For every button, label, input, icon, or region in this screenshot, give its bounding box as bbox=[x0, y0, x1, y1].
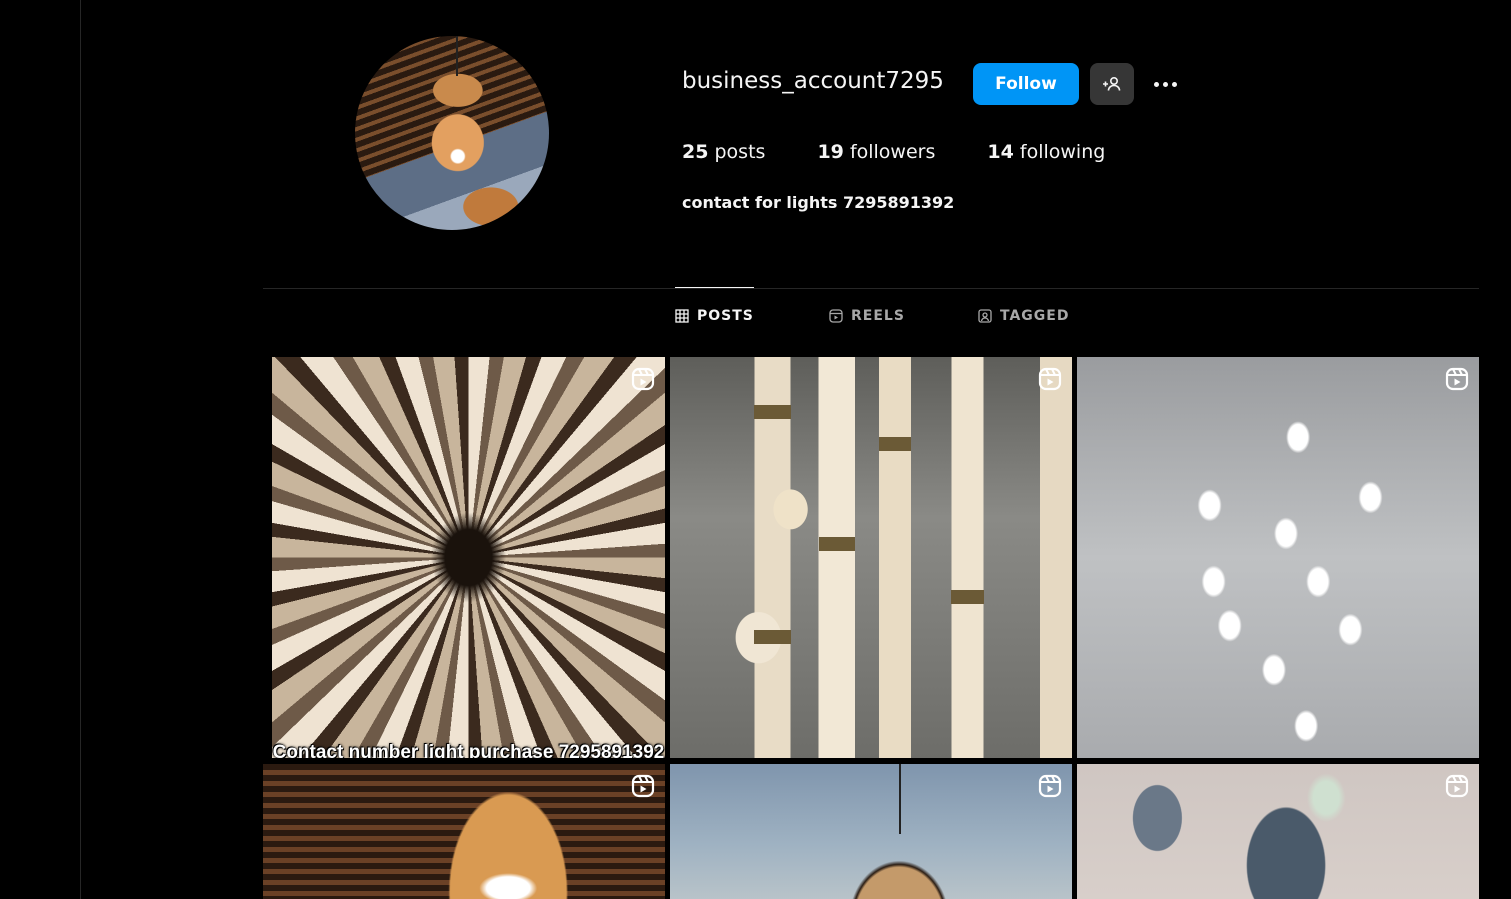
profile-username: business_account7295 bbox=[682, 68, 944, 94]
reel-icon bbox=[1038, 367, 1062, 391]
add-person-icon bbox=[1103, 76, 1121, 91]
post-tile[interactable] bbox=[1077, 764, 1479, 899]
sidebar-divider bbox=[80, 0, 81, 899]
reel-icon bbox=[631, 367, 655, 391]
following-stat[interactable]: 14 following bbox=[987, 141, 1105, 163]
tab-reels[interactable]: REELS bbox=[829, 288, 905, 344]
reel-icon bbox=[1445, 367, 1469, 391]
post-tile[interactable] bbox=[670, 764, 1072, 899]
tab-reels-label: REELS bbox=[851, 308, 905, 324]
followers-count: 19 bbox=[817, 141, 844, 163]
followers-label: followers bbox=[849, 141, 936, 163]
dot-icon bbox=[1153, 81, 1159, 87]
lamp-band bbox=[951, 589, 984, 604]
posts-count: 25 bbox=[682, 141, 709, 163]
following-count: 14 bbox=[987, 141, 1014, 163]
grid-icon bbox=[675, 309, 689, 323]
profile-bio: contact for lights 7295891392 bbox=[682, 193, 955, 212]
reel-icon bbox=[1445, 774, 1469, 798]
followers-stat[interactable]: 19 followers bbox=[817, 141, 935, 163]
lamp-band bbox=[879, 437, 912, 452]
tab-tagged-label: TAGGED bbox=[1000, 308, 1070, 324]
dot-icon bbox=[1162, 81, 1168, 87]
suggested-accounts-button[interactable] bbox=[1090, 63, 1134, 105]
lamp-band bbox=[754, 405, 791, 420]
post-tile[interactable] bbox=[263, 764, 665, 899]
reel-icon bbox=[1038, 774, 1062, 798]
post-overlay-text: Contact number light purchase 7295891392 bbox=[272, 742, 665, 758]
more-options-button[interactable] bbox=[1148, 70, 1182, 98]
lamp-band bbox=[754, 629, 791, 644]
dot-icon bbox=[1171, 81, 1177, 87]
tab-posts[interactable]: POSTS bbox=[675, 287, 754, 344]
follow-button[interactable]: Follow bbox=[973, 63, 1079, 105]
following-label: following bbox=[1019, 141, 1106, 163]
post-tile[interactable] bbox=[670, 357, 1072, 758]
post-tile[interactable] bbox=[1077, 357, 1479, 758]
reel-icon bbox=[631, 774, 655, 798]
tagged-icon bbox=[978, 309, 992, 323]
pendant-wire bbox=[899, 764, 902, 834]
posts-label: posts bbox=[714, 141, 766, 163]
tab-posts-label: POSTS bbox=[697, 308, 754, 324]
posts-stat: 25 posts bbox=[682, 141, 765, 163]
tab-tagged[interactable]: TAGGED bbox=[978, 288, 1069, 344]
reels-icon bbox=[829, 309, 843, 323]
post-tile[interactable]: Contact number light purchase 7295891392 bbox=[272, 357, 665, 758]
lamp-band bbox=[818, 537, 855, 552]
profile-avatar[interactable] bbox=[355, 36, 549, 230]
profile-stats: 25 posts 19 followers 14 following bbox=[682, 141, 1157, 163]
